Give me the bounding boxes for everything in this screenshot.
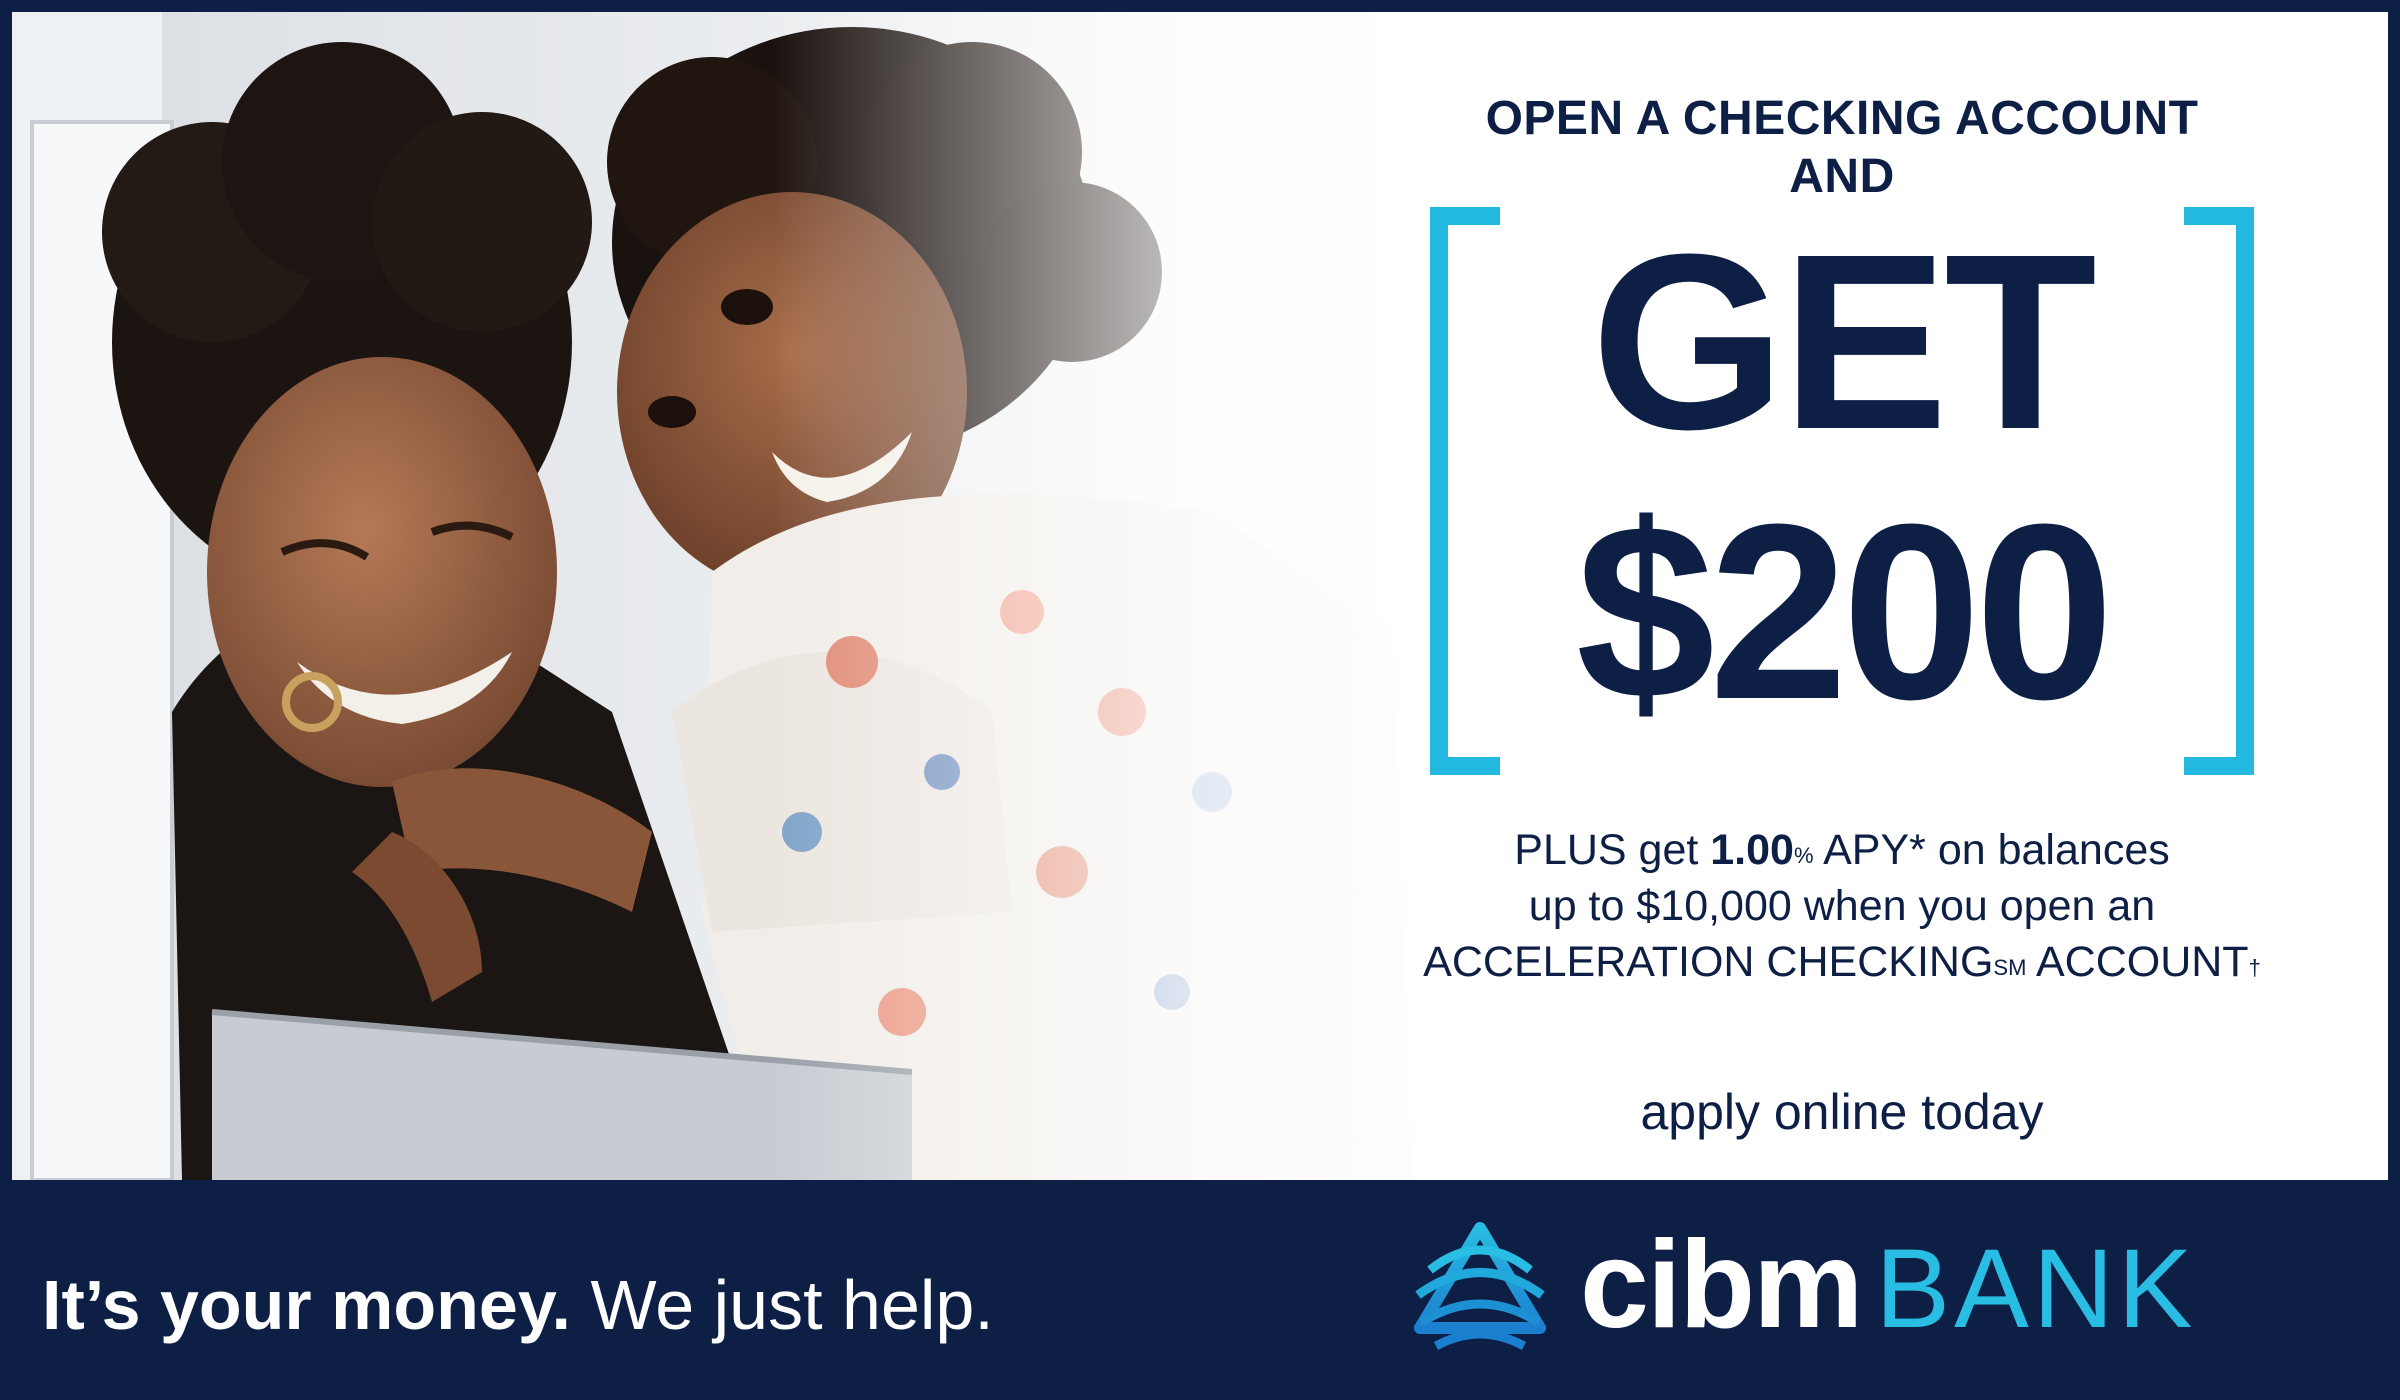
details-line-1-pre: PLUS get xyxy=(1514,826,1711,874)
apy-rate-percent: % xyxy=(1793,843,1814,868)
details-line-2: up to $10,000 when you open an xyxy=(1528,882,2156,930)
offer-copy: OPEN A CHECKING ACCOUNT AND GET $200 PLU… xyxy=(1312,12,2372,1180)
headline: OPEN A CHECKING ACCOUNT AND xyxy=(1312,90,2372,206)
logo-name: cibm xyxy=(1580,1216,1863,1354)
details-line-1-post: APY* on balances xyxy=(1813,826,2170,874)
offer-amount: $200 xyxy=(1575,472,2114,751)
details-line-3: ACCELERATION CHECKINGSM ACCOUNT† xyxy=(1312,934,2372,990)
apy-rate: 1.00 xyxy=(1710,826,1794,874)
details-line-3-post: ACCOUNT xyxy=(2026,938,2249,986)
offer-details: PLUS get 1.00% APY* on balances up to $1… xyxy=(1312,822,2372,990)
footer-tagline: It’s your money. We just help. xyxy=(42,1262,994,1348)
bank-logo[interactable]: cibm BANK xyxy=(1400,1210,2260,1360)
headline-line-1: OPEN A CHECKING ACCOUNT xyxy=(1485,92,2199,145)
service-mark: SM xyxy=(1993,955,2027,980)
details-line-3-pre: ACCELERATION CHECKING xyxy=(1423,938,1994,986)
logo-suffix: BANK xyxy=(1875,1226,2197,1351)
logo-mark-icon xyxy=(1400,1210,1560,1360)
ad-banner: OPEN A CHECKING ACCOUNT AND GET $200 PLU… xyxy=(0,0,2400,1400)
tagline-rest: We just help. xyxy=(571,1266,994,1344)
details-line-1: PLUS get 1.00% APY* on balances xyxy=(1312,822,2372,878)
tagline-bold: It’s your money. xyxy=(42,1266,571,1344)
promo-panel: OPEN A CHECKING ACCOUNT AND GET $200 PLU… xyxy=(12,12,2388,1180)
headline-line-2: AND xyxy=(1789,150,1895,203)
offer-get: GET xyxy=(1591,202,2097,481)
logo-wordmark: cibm BANK xyxy=(1580,1220,2196,1354)
dagger-mark: † xyxy=(2248,955,2261,980)
apply-cta[interactable]: apply online today xyxy=(1312,1082,2372,1142)
